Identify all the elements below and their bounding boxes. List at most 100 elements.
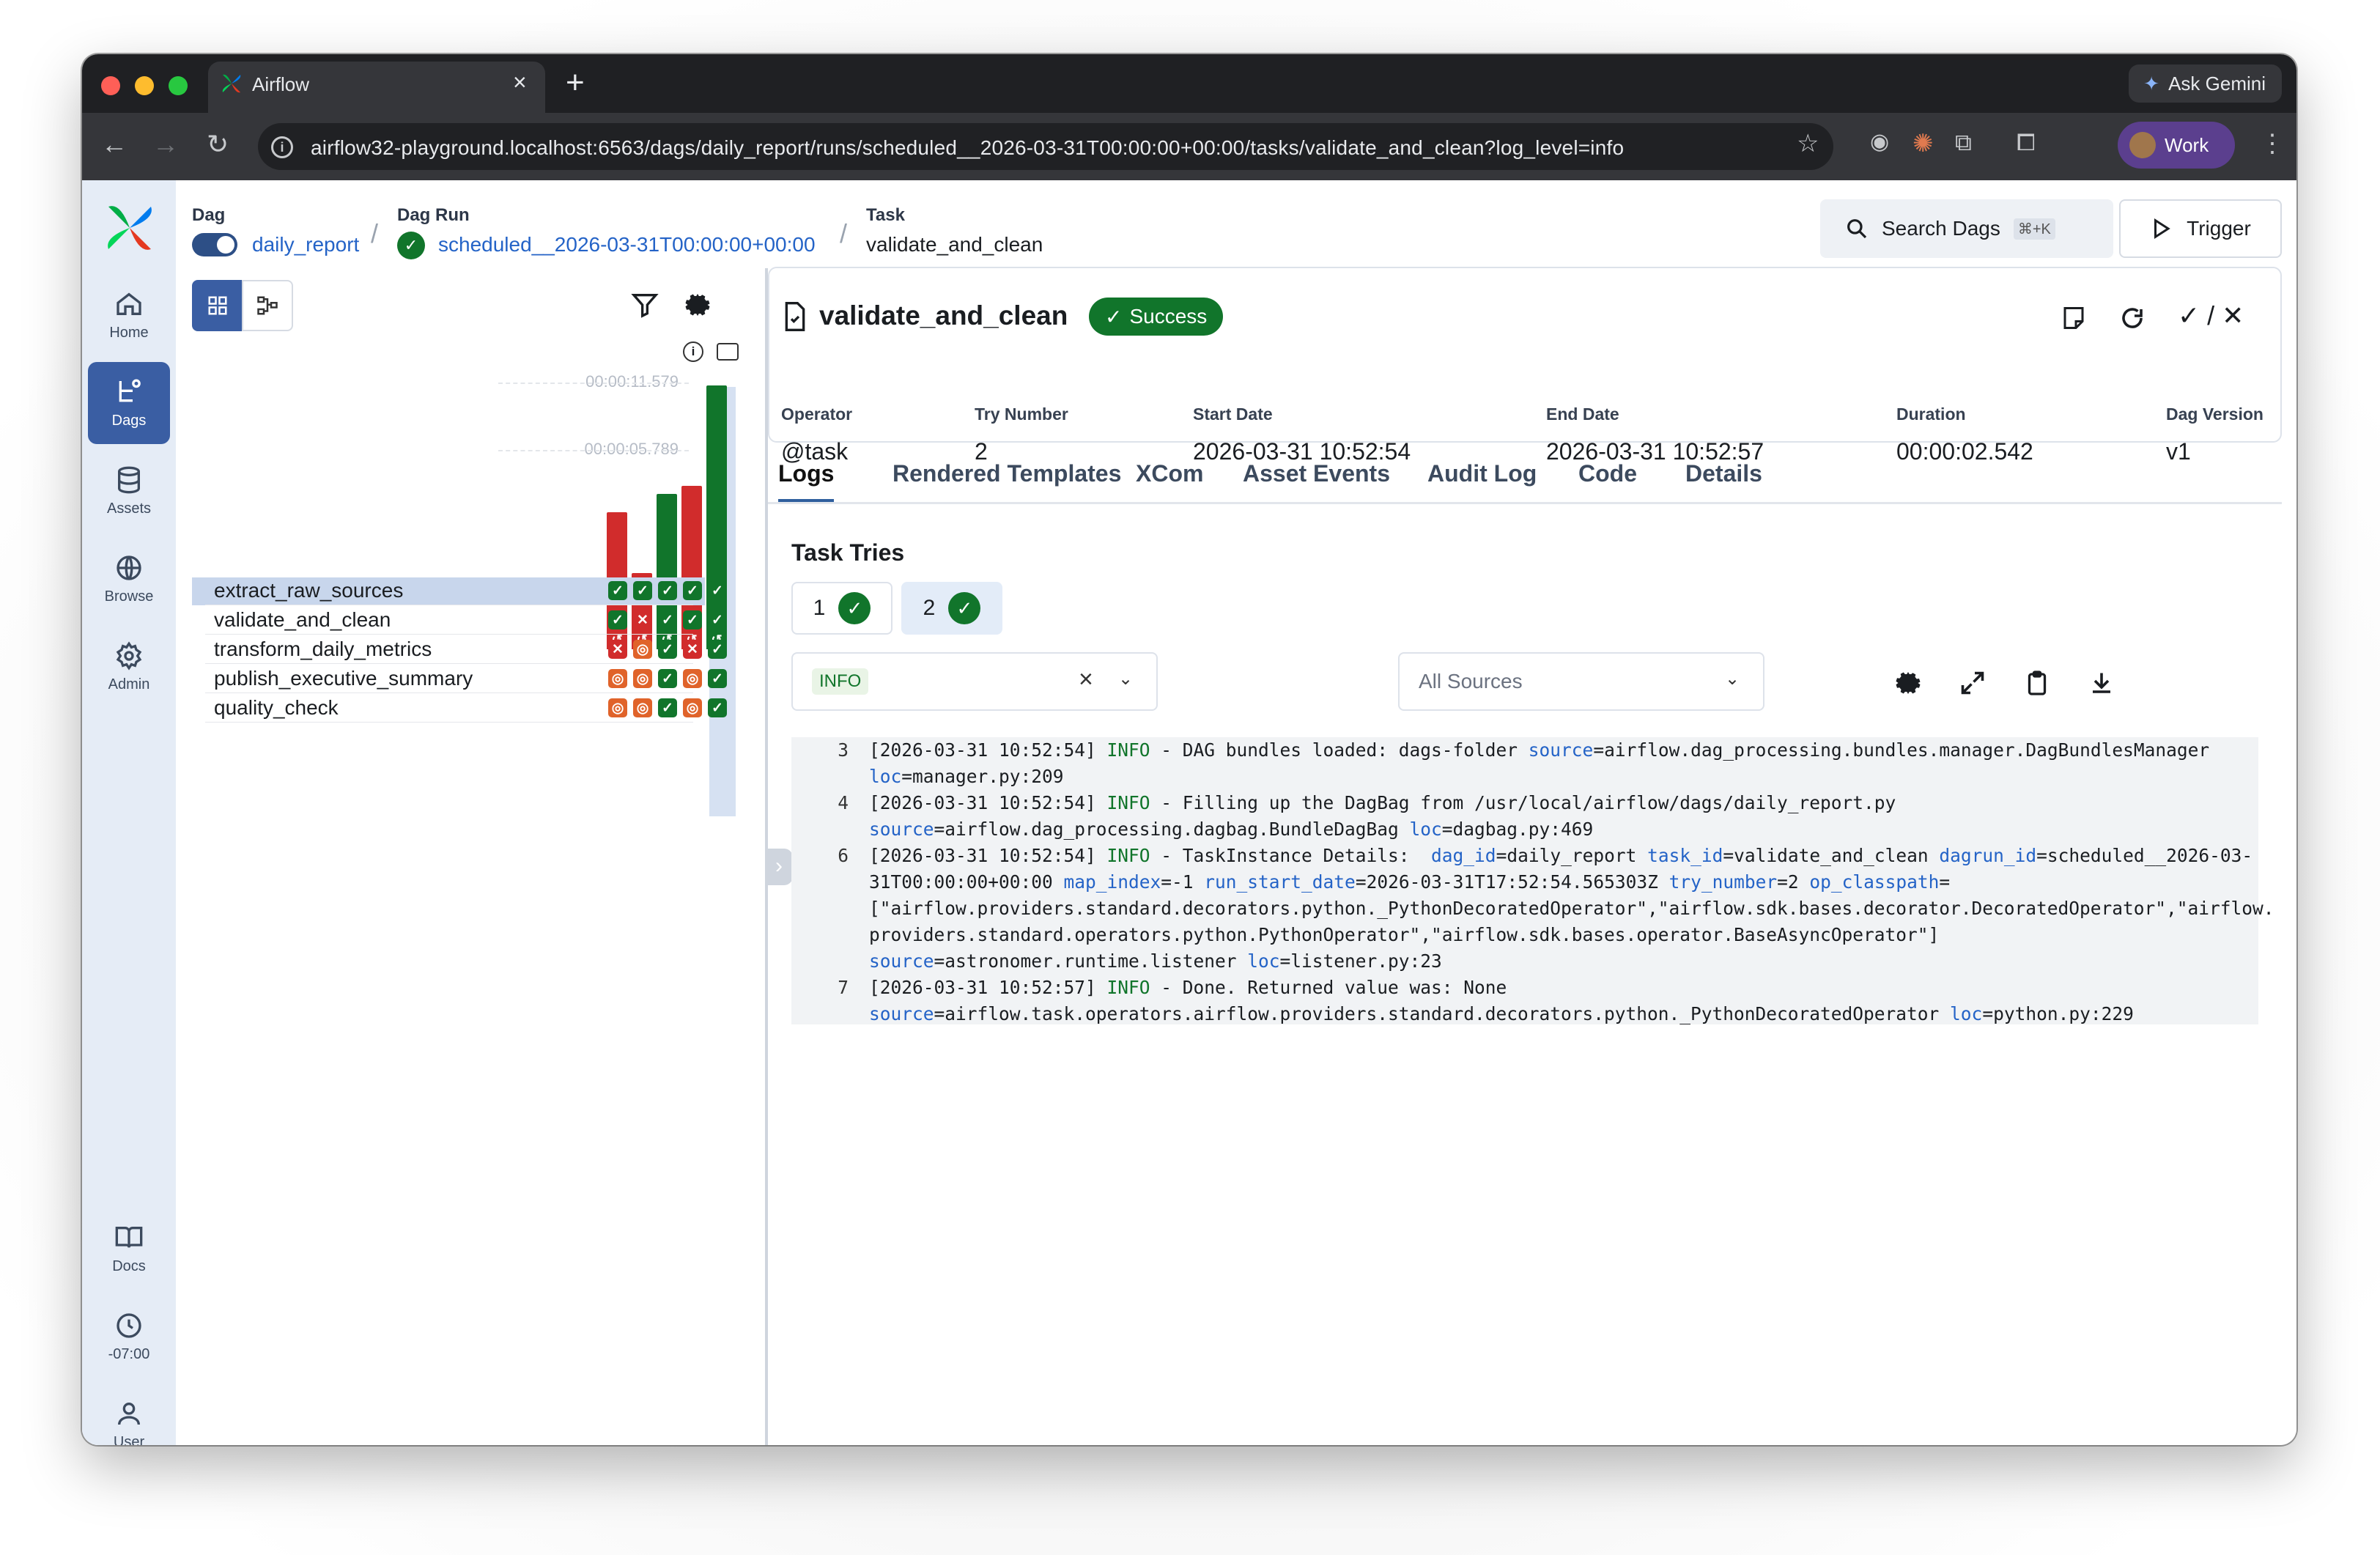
task-instance-cell[interactable]: ✕	[608, 640, 627, 659]
profile-button[interactable]: Work	[2118, 122, 2235, 169]
search-dags-button[interactable]: Search Dags ⌘+K	[1820, 199, 2113, 258]
task-instance-cell[interactable]: ✓	[708, 581, 727, 600]
tab-asset-events[interactable]: Asset Events	[1243, 460, 1390, 487]
nav-home[interactable]: Home	[88, 274, 170, 356]
task-instance-cell[interactable]: ✓	[708, 610, 727, 629]
task-instance-cell[interactable]: ✕	[633, 610, 652, 629]
trigger-button[interactable]: Trigger	[2119, 199, 2282, 258]
airflow-logo-icon[interactable]	[104, 202, 155, 254]
nav-home-label: Home	[109, 324, 149, 341]
task-instance-cell[interactable]: ◎	[683, 669, 702, 688]
task-instance-cell[interactable]: ✓	[683, 610, 702, 629]
nav-docs-label: Docs	[112, 1257, 146, 1274]
nav-admin[interactable]: Admin	[88, 626, 170, 708]
gridline	[498, 450, 689, 451]
minimize-window-button[interactable]	[135, 76, 154, 95]
home-icon	[117, 292, 141, 315]
keyboard-shortcuts-icon[interactable]	[717, 343, 739, 361]
menu-kebab-icon[interactable]: ⋮	[2260, 129, 2285, 158]
grid-view-toggle[interactable]	[192, 280, 243, 331]
fullscreen-icon[interactable]	[1959, 670, 1986, 696]
task-instance-cell[interactable]: ✓	[608, 610, 627, 629]
task-instance-cell[interactable]: ✓	[708, 698, 727, 717]
task-instance-cell[interactable]: ✓	[658, 640, 677, 659]
filter-icon[interactable]	[630, 290, 659, 320]
log-level-tag: INFO	[812, 668, 869, 695]
close-window-button[interactable]	[101, 76, 120, 95]
nav-timezone[interactable]: -07:00	[88, 1296, 170, 1378]
copy-clipboard-icon[interactable]	[2024, 670, 2050, 696]
nav-dags[interactable]: Dags	[88, 362, 170, 444]
log-settings-gear-icon[interactable]	[1895, 670, 1921, 696]
forward-icon[interactable]: →	[152, 129, 179, 160]
dag-pause-toggle[interactable]	[192, 233, 237, 256]
nav-user-label: User	[113, 1433, 145, 1446]
settings-gear-icon[interactable]	[684, 292, 711, 318]
profile-label: Work	[2165, 133, 2209, 156]
clear-icon[interactable]: ×	[1079, 665, 1093, 694]
new-tab-icon[interactable]: +	[566, 64, 585, 101]
task-instance-cell[interactable]: ✓	[658, 669, 677, 688]
task-instance-cell[interactable]: ◎	[683, 698, 702, 717]
task-instance-cell[interactable]: ✕	[683, 640, 702, 659]
try-2-button[interactable]: 2 ✓	[901, 582, 1002, 635]
ask-gemini-button[interactable]: ✦ Ask Gemini	[2129, 64, 2282, 103]
tab-audit-log[interactable]: Audit Log	[1427, 460, 1537, 487]
run-duration-bar[interactable]: ↺	[706, 385, 727, 649]
nav-docs[interactable]: Docs	[88, 1208, 170, 1290]
back-icon[interactable]: ←	[101, 129, 128, 160]
chevron-down-icon[interactable]: ⌄	[1118, 668, 1133, 690]
task-instance-cell[interactable]: ✓	[608, 581, 627, 600]
breadcrumb-dag-link[interactable]: daily_report	[252, 233, 359, 256]
mark-state-button[interactable]: ✓ / ✕	[2178, 300, 2244, 331]
nav-browse[interactable]: Browse	[88, 538, 170, 620]
chevron-down-icon[interactable]: ⌄	[1725, 668, 1740, 690]
cast-icon[interactable]: ⧠	[2017, 129, 2036, 157]
task-instance-cell[interactable]: ✓	[658, 581, 677, 600]
task-instance-cell[interactable]: ◎	[608, 669, 627, 688]
task-instance-cell[interactable]: ✓	[658, 610, 677, 629]
info-icon[interactable]: i	[683, 341, 703, 362]
task-instance-cell[interactable]: ✓	[658, 698, 677, 717]
log-viewer[interactable]: 3 [2026-03-31 10:52:54] INFO - DAG bundle…	[791, 737, 2274, 1024]
tab-details[interactable]: Details	[1685, 460, 1762, 487]
task-instance-cell[interactable]: ◎	[608, 698, 627, 717]
nav-assets[interactable]: Assets	[88, 450, 170, 532]
log-level-select[interactable]: INFO × ⌄	[791, 652, 1158, 711]
graph-view-toggle[interactable]	[242, 280, 293, 331]
collapse-panel-chevron-icon[interactable]: ›	[765, 849, 793, 885]
task-instance-cell[interactable]: ◎	[633, 698, 652, 717]
task-instance-cell[interactable]: ✓	[708, 669, 727, 688]
clear-task-icon[interactable]	[2119, 305, 2146, 331]
tab-code[interactable]: Code	[1578, 460, 1637, 487]
extension-icon[interactable]: ◉	[1870, 129, 1889, 155]
task-file-icon	[785, 302, 805, 331]
task-instance-cell[interactable]: ✓	[633, 581, 652, 600]
reload-icon[interactable]: ↻	[207, 129, 229, 160]
tab-xcom[interactable]: XCom	[1136, 460, 1203, 487]
duration-label: Duration	[1896, 405, 1966, 424]
browser-tab-bar: Airflow × + ✦ Ask Gemini	[82, 54, 2296, 113]
try-1-label: 1	[813, 596, 826, 620]
breadcrumb-task-value: validate_and_clean	[866, 233, 1043, 256]
nav-user[interactable]: User	[88, 1384, 170, 1445]
task-instance-cell[interactable]: ◎	[633, 669, 652, 688]
globe-icon	[117, 555, 141, 580]
tab-close-icon[interactable]: ×	[513, 69, 527, 96]
task-instance-cell[interactable]: ✓	[708, 640, 727, 659]
tab-rendered-templates[interactable]: Rendered Templates	[892, 460, 1121, 487]
download-icon[interactable]	[2088, 670, 2115, 696]
extensions-puzzle-icon[interactable]: ⧉	[1955, 129, 1972, 157]
zoom-window-button[interactable]	[169, 76, 188, 95]
breadcrumb-run-link[interactable]: scheduled__2026-03-31T00:00:00+00:00	[438, 233, 816, 256]
tab-logs[interactable]: Logs	[778, 460, 835, 502]
sources-select[interactable]: All Sources ⌄	[1398, 652, 1764, 711]
add-note-icon[interactable]	[2061, 305, 2087, 331]
bookmark-star-icon[interactable]: ☆	[1797, 129, 1819, 158]
claude-extension-icon[interactable]: ✺	[1912, 129, 1934, 158]
task-instance-cell[interactable]: ◎	[633, 640, 652, 659]
task-instance-cell[interactable]: ✓	[683, 581, 702, 600]
try-1-button[interactable]: 1 ✓	[791, 582, 892, 635]
site-info-icon[interactable]: i	[271, 136, 293, 158]
status-badge: ✓ Success	[1089, 298, 1224, 336]
